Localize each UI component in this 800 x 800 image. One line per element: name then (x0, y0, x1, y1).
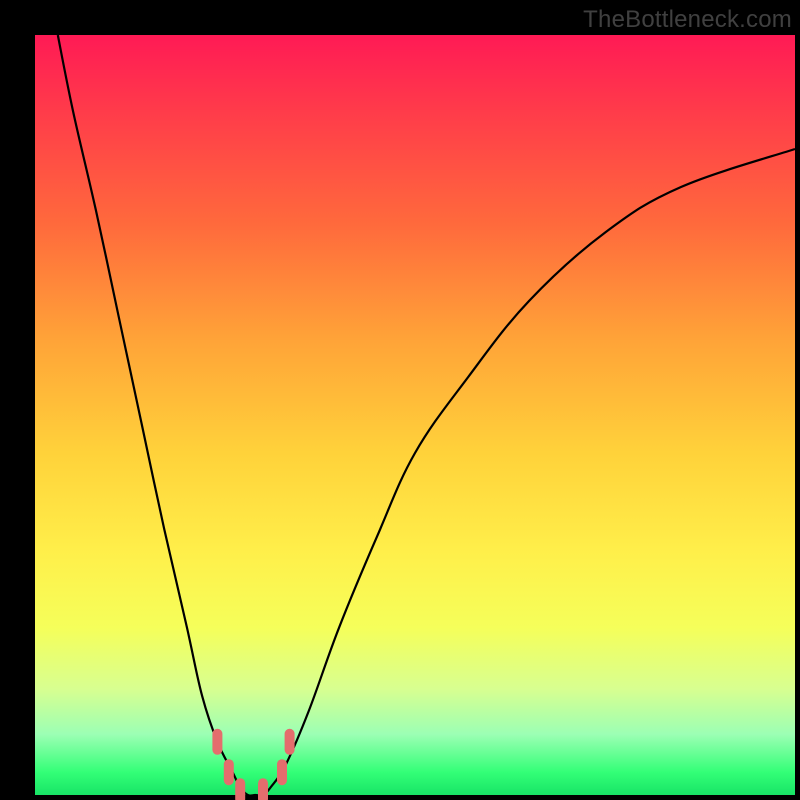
curve-marker (277, 759, 287, 785)
plot-area (35, 35, 795, 795)
curve-marker (224, 759, 234, 785)
chart-svg (35, 35, 795, 795)
curve-marker (258, 778, 268, 800)
marker-group (212, 729, 294, 800)
bottleneck-curve (58, 35, 795, 796)
curve-marker (235, 778, 245, 800)
curve-marker (285, 729, 295, 755)
watermark-text: TheBottleneck.com (583, 6, 792, 34)
chart-frame: TheBottleneck.com (0, 0, 800, 800)
curve-marker (212, 729, 222, 755)
